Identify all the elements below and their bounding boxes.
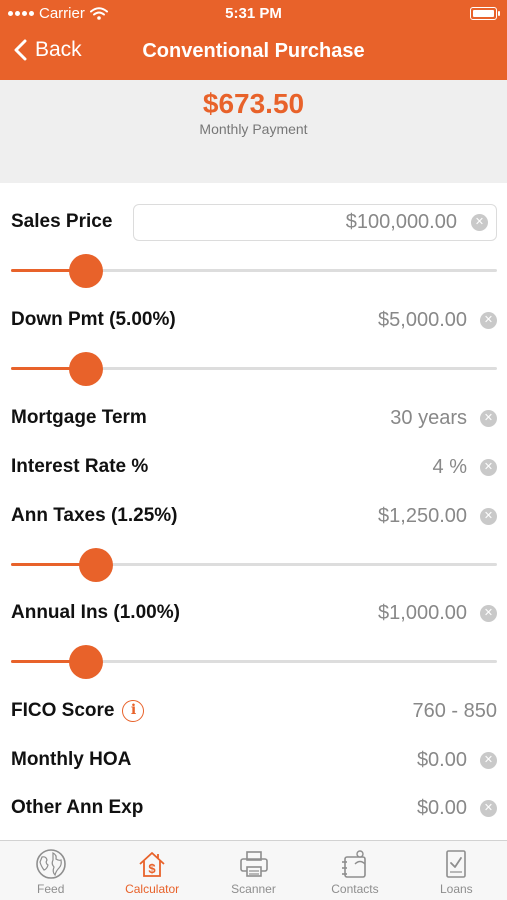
fico-score-row: FICO Score i 760 - 850 — [0, 691, 507, 731]
tab-contacts[interactable]: Contacts — [304, 841, 405, 900]
down-pmt-value[interactable]: $5,000.00 — [378, 309, 467, 332]
annual-ins-label: Annual Ins (1.00%) — [11, 602, 180, 623]
tab-bar: Feed $ Calculator Scanner Contacts Loans — [0, 840, 507, 900]
mortgage-term-value[interactable]: 30 years — [390, 407, 467, 430]
document-check-icon — [446, 850, 467, 878]
sales-price-input[interactable] — [142, 205, 457, 240]
ann-taxes-value[interactable]: $1,250.00 — [378, 505, 467, 528]
clock: 5:31 PM — [225, 5, 282, 22]
svg-text:$: $ — [148, 861, 156, 876]
clear-ann-taxes-icon[interactable]: ✕ — [480, 508, 497, 525]
clear-other-ann-exp-icon[interactable]: ✕ — [480, 800, 497, 817]
battery-icon — [470, 7, 500, 20]
slider-thumb[interactable] — [69, 352, 103, 386]
monthly-hoa-row: Monthly HOA $0.00 ✕ — [0, 740, 507, 780]
monthly-payment-label: Monthly Payment — [199, 121, 308, 137]
mortgage-term-row: Mortgage Term 30 years ✕ — [0, 398, 507, 438]
clear-mortgage-term-icon[interactable]: ✕ — [480, 410, 497, 427]
annual-ins-row: Annual Ins (1.00%) $1,000.00 ✕ — [0, 593, 507, 633]
ann-taxes-slider[interactable] — [11, 545, 497, 585]
sales-price-label: Sales Price — [11, 211, 113, 232]
contacts-icon — [341, 850, 366, 878]
clear-sales-price-icon[interactable]: ✕ — [471, 214, 488, 231]
tab-calculator-label: Calculator — [125, 882, 180, 896]
slider-thumb[interactable] — [79, 548, 113, 582]
globe-icon — [35, 849, 66, 879]
down-pmt-row: Down Pmt (5.00%) $5,000.00 ✕ — [0, 300, 507, 340]
sales-price-slider[interactable] — [11, 251, 497, 291]
info-icon[interactable]: i — [122, 700, 145, 722]
slider-thumb[interactable] — [69, 254, 103, 288]
down-pmt-slider[interactable] — [11, 349, 497, 389]
annual-ins-value[interactable]: $1,000.00 — [378, 602, 467, 625]
interest-rate-row: Interest Rate % 4 % ✕ — [0, 447, 507, 487]
sales-price-field: ✕ — [133, 204, 497, 241]
other-ann-exp-row: Other Ann Exp $0.00 ✕ — [0, 788, 507, 828]
fico-score-label-group: FICO Score i — [11, 700, 145, 722]
monthly-hoa-label: Monthly HOA — [11, 749, 132, 770]
ann-taxes-row: Ann Taxes (1.25%) $1,250.00 ✕ — [0, 496, 507, 536]
ann-taxes-label: Ann Taxes (1.25%) — [11, 505, 178, 526]
status-bar: Carrier 5:31 PM — [0, 0, 507, 28]
down-pmt-label: Down Pmt (5.00%) — [11, 309, 176, 330]
annual-ins-slider[interactable] — [11, 642, 497, 682]
tab-loans-label: Loans — [439, 882, 473, 896]
tab-calculator[interactable]: $ Calculator — [101, 841, 202, 900]
monthly-payment-amount: $673.50 — [202, 88, 305, 119]
monthly-hoa-value[interactable]: $0.00 — [417, 749, 467, 772]
interest-rate-value[interactable]: 4 % — [433, 456, 467, 479]
payment-summary: $673.50 Monthly Payment — [0, 80, 507, 183]
page-title: Conventional Purchase — [142, 40, 365, 62]
other-ann-exp-value[interactable]: $0.00 — [417, 797, 467, 820]
printer-icon — [239, 851, 268, 877]
clear-annual-ins-icon[interactable]: ✕ — [480, 605, 497, 622]
house-dollar-icon: $ — [139, 852, 165, 877]
mortgage-term-label: Mortgage Term — [11, 407, 147, 428]
tab-feed-label: Feed — [37, 882, 65, 896]
clear-monthly-hoa-icon[interactable]: ✕ — [480, 752, 497, 769]
tab-scanner[interactable]: Scanner — [203, 841, 304, 900]
slider-thumb[interactable] — [69, 645, 103, 679]
tab-feed[interactable]: Feed — [0, 841, 101, 900]
nav-header: Carrier 5:31 PM Back Conventional Purcha… — [0, 0, 507, 80]
tab-scanner-label: Scanner — [231, 882, 276, 896]
clear-down-pmt-icon[interactable]: ✕ — [480, 312, 497, 329]
fico-score-value[interactable]: 760 - 850 — [412, 700, 497, 723]
tab-contacts-label: Contacts — [331, 882, 379, 896]
interest-rate-label: Interest Rate % — [11, 456, 149, 477]
other-ann-exp-label: Other Ann Exp — [11, 797, 144, 818]
clear-interest-rate-icon[interactable]: ✕ — [480, 459, 497, 476]
fico-score-label: FICO Score — [11, 700, 115, 721]
tab-loans[interactable]: Loans — [406, 841, 507, 900]
